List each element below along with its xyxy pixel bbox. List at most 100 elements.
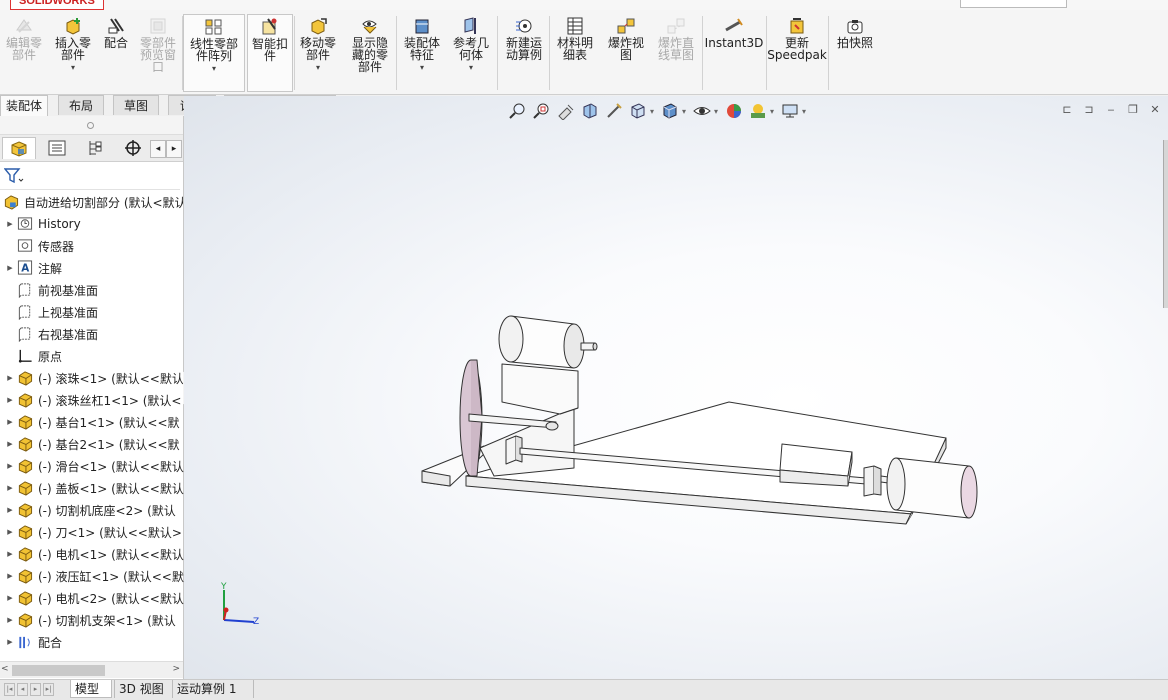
tab-sketch[interactable]: 草图 bbox=[113, 95, 159, 115]
expand-arrow-icon[interactable]: ▶ bbox=[4, 374, 16, 382]
tree-item[interactable]: ▶ (-) 滚珠丝杠1<1> (默认< bbox=[0, 389, 187, 411]
ribbon-button-instant3d[interactable]: Instant3D bbox=[704, 14, 764, 92]
expand-arrow-icon[interactable]: ▶ bbox=[4, 440, 16, 448]
first-tab-icon[interactable]: |◂ bbox=[4, 683, 15, 696]
ribbon-button-label: 装配体 特征 bbox=[403, 36, 440, 62]
expand-arrow-icon[interactable]: ▶ bbox=[4, 638, 16, 646]
tab-motion-study[interactable]: 运动算例 1 bbox=[172, 680, 254, 698]
origin-icon bbox=[18, 349, 32, 363]
tree-item[interactable]: ▶ (-) 电机<1> (默认<<默认 bbox=[0, 543, 187, 565]
scroll-left-arrow-icon[interactable]: < bbox=[1, 664, 9, 674]
ribbon-button-reference-geometry[interactable]: 参考几 何体 ▾ bbox=[448, 14, 494, 92]
tree-item[interactable]: 原点 bbox=[0, 345, 187, 367]
tree-item[interactable]: ▶ (-) 滚珠<1> (默认<<默认 bbox=[0, 367, 187, 389]
tree-item[interactable]: ▶ (-) 刀<1> (默认<<默认> bbox=[0, 521, 187, 543]
solidworks-logo[interactable]: SOLIDWORKS bbox=[10, 0, 104, 10]
tree-item[interactable]: ▶ History bbox=[0, 213, 187, 235]
tree-item[interactable]: ▶ (-) 电机<2> (默认<<默认 bbox=[0, 587, 187, 609]
tab-nav-arrows[interactable]: |◂ ◂ ▸ ▸| bbox=[4, 683, 54, 696]
panel-grip[interactable] bbox=[0, 116, 183, 135]
tree-item[interactable]: 前视基准面 bbox=[0, 279, 187, 301]
chevron-down-icon[interactable]: ▾ bbox=[316, 63, 320, 72]
chevron-down-icon[interactable]: ▾ bbox=[71, 63, 75, 72]
tree-item[interactable]: ▶ (-) 液压缸<1> (默认<<默 bbox=[0, 565, 187, 587]
part-icon bbox=[18, 459, 33, 474]
expand-arrow-icon[interactable]: ▶ bbox=[4, 418, 16, 426]
scroll-right-arrow-icon[interactable]: > bbox=[172, 664, 180, 674]
ribbon-button-label: 配合 bbox=[103, 36, 128, 50]
expand-arrow-icon[interactable]: ▶ bbox=[4, 396, 16, 404]
tab-3d-view[interactable]: 3D 视图 bbox=[114, 680, 170, 698]
chevron-down-icon[interactable]: ▾ bbox=[469, 63, 473, 72]
ribbon-button-label: 零部件 预览窗 口 bbox=[139, 36, 176, 74]
ribbon-separator bbox=[549, 16, 550, 90]
search-input[interactable] bbox=[960, 0, 1067, 8]
expand-arrow-icon[interactable]: ▶ bbox=[4, 264, 16, 272]
tab-scroll-left-button[interactable]: ◂ bbox=[150, 140, 166, 158]
ribbon-button-smart-fasteners[interactable]: 智能扣 件 bbox=[247, 14, 293, 92]
dimxpert-tab[interactable] bbox=[116, 137, 150, 159]
tree-item[interactable]: ▶ (-) 切割机底座<2> (默认 bbox=[0, 499, 187, 521]
chevron-down-icon[interactable]: ▾ bbox=[420, 63, 424, 72]
tab-model[interactable]: 模型 bbox=[70, 680, 112, 698]
assembly-model[interactable] bbox=[184, 96, 1168, 679]
ribbon-button-insert-component[interactable]: 插入零 部件 ▾ bbox=[50, 14, 96, 92]
plane-icon bbox=[18, 305, 31, 320]
tree-item[interactable]: ▶ (-) 滑台<1> (默认<<默认 bbox=[0, 455, 187, 477]
last-tab-icon[interactable]: ▸| bbox=[43, 683, 54, 696]
prev-tab-icon[interactable]: ◂ bbox=[17, 683, 28, 696]
tree-item-label: 上视基准面 bbox=[38, 305, 99, 320]
ribbon-button-bill-of-materials[interactable]: 材料明 细表 bbox=[551, 14, 599, 92]
ribbon-button-exploded-view[interactable]: 爆炸视 图 bbox=[602, 14, 650, 92]
tree-item[interactable]: ▶ (-) 盖板<1> (默认<<默认 bbox=[0, 477, 187, 499]
tree-item[interactable]: ▶ 配合 bbox=[0, 631, 187, 653]
property-manager-tab[interactable] bbox=[40, 137, 74, 159]
chevron-down-icon[interactable]: ▾ bbox=[212, 64, 216, 73]
ribbon-button-explode-line-sketch[interactable]: 爆炸直 线草图 bbox=[652, 14, 700, 92]
ribbon-button-take-snapshot[interactable]: 拍快照 bbox=[830, 14, 880, 92]
ribbon-button-assembly-features[interactable]: 装配体 特征 ▾ bbox=[398, 14, 446, 92]
expand-arrow-icon[interactable]: ▶ bbox=[4, 616, 16, 624]
annotation-icon: A bbox=[17, 260, 33, 275]
tree-filter[interactable] bbox=[0, 163, 180, 190]
next-tab-icon[interactable]: ▸ bbox=[30, 683, 41, 696]
expand-arrow-icon[interactable]: ▶ bbox=[4, 594, 16, 602]
expand-arrow-icon[interactable]: ▶ bbox=[4, 528, 16, 536]
expand-arrow-icon[interactable]: ▶ bbox=[4, 506, 16, 514]
tree-horizontal-scrollbar[interactable]: < > bbox=[0, 661, 183, 678]
expand-arrow-icon[interactable]: ▶ bbox=[4, 550, 16, 558]
configuration-manager-tab[interactable] bbox=[78, 137, 112, 159]
configuration-icon bbox=[89, 141, 102, 155]
tree-item-label: (-) 刀<1> (默认<<默认> bbox=[38, 525, 182, 540]
ribbon-button-linear-pattern[interactable]: 线性零部 件阵列 ▾ bbox=[183, 14, 245, 92]
ribbon-button-mate[interactable]: 配合 bbox=[98, 14, 134, 92]
smart-fasteners-icon bbox=[262, 18, 277, 35]
tree-item[interactable]: 右视基准面 bbox=[0, 323, 187, 345]
ribbon-button-move-component[interactable]: 移动零 部件 ▾ bbox=[295, 14, 341, 92]
tab-scroll-right-button[interactable]: ▸ bbox=[166, 140, 182, 158]
tree-item[interactable]: 上视基准面 bbox=[0, 301, 187, 323]
expand-arrow-icon[interactable]: ▶ bbox=[4, 572, 16, 580]
ribbon-button-show-hidden-components[interactable]: 显示隐 藏的零 部件 bbox=[346, 14, 394, 92]
ribbon-button-update-speedpak[interactable]: 更新 Speedpak bbox=[767, 14, 827, 92]
expand-arrow-icon[interactable]: ▶ bbox=[4, 484, 16, 492]
tree-item[interactable]: 传感器 bbox=[0, 235, 187, 257]
tree-item[interactable]: ▶ (-) 基台2<1> (默认<<默 bbox=[0, 433, 187, 455]
ribbon-button-new-motion-study[interactable]: 新建运 动算例 bbox=[500, 14, 548, 92]
ribbon-button-edit-component[interactable]: 编辑零 部件 bbox=[0, 14, 48, 92]
tree-root-assembly[interactable]: 自动进给切割部分 (默认<默认 bbox=[0, 191, 183, 213]
tree-item[interactable]: ▶ A 注解 bbox=[0, 257, 187, 279]
assembly-features-icon bbox=[415, 19, 429, 34]
ribbon-button-component-preview[interactable]: 零部件 预览窗 口 bbox=[136, 14, 180, 92]
tab-assembly[interactable]: 装配体 bbox=[0, 95, 48, 116]
scrollbar-thumb[interactable] bbox=[12, 665, 105, 676]
tree-item-label: 右视基准面 bbox=[38, 327, 99, 342]
tree-item[interactable]: ▶ (-) 基台1<1> (默认<<默 bbox=[0, 411, 187, 433]
expand-arrow-icon[interactable]: ▶ bbox=[4, 462, 16, 470]
expand-arrow-icon[interactable]: ▶ bbox=[4, 220, 16, 228]
graphics-area[interactable]: ▾ ▾ ▾ ▾ ▾ ⊏ ⊐ ‒ ❐ ✕ Y Z bbox=[184, 96, 1168, 679]
explode-line-sketch-icon bbox=[667, 18, 685, 34]
feature-manager-tab[interactable] bbox=[2, 137, 36, 159]
tree-item[interactable]: ▶ (-) 切割机支架<1> (默认 bbox=[0, 609, 187, 631]
tab-layout[interactable]: 布局 bbox=[58, 95, 104, 115]
